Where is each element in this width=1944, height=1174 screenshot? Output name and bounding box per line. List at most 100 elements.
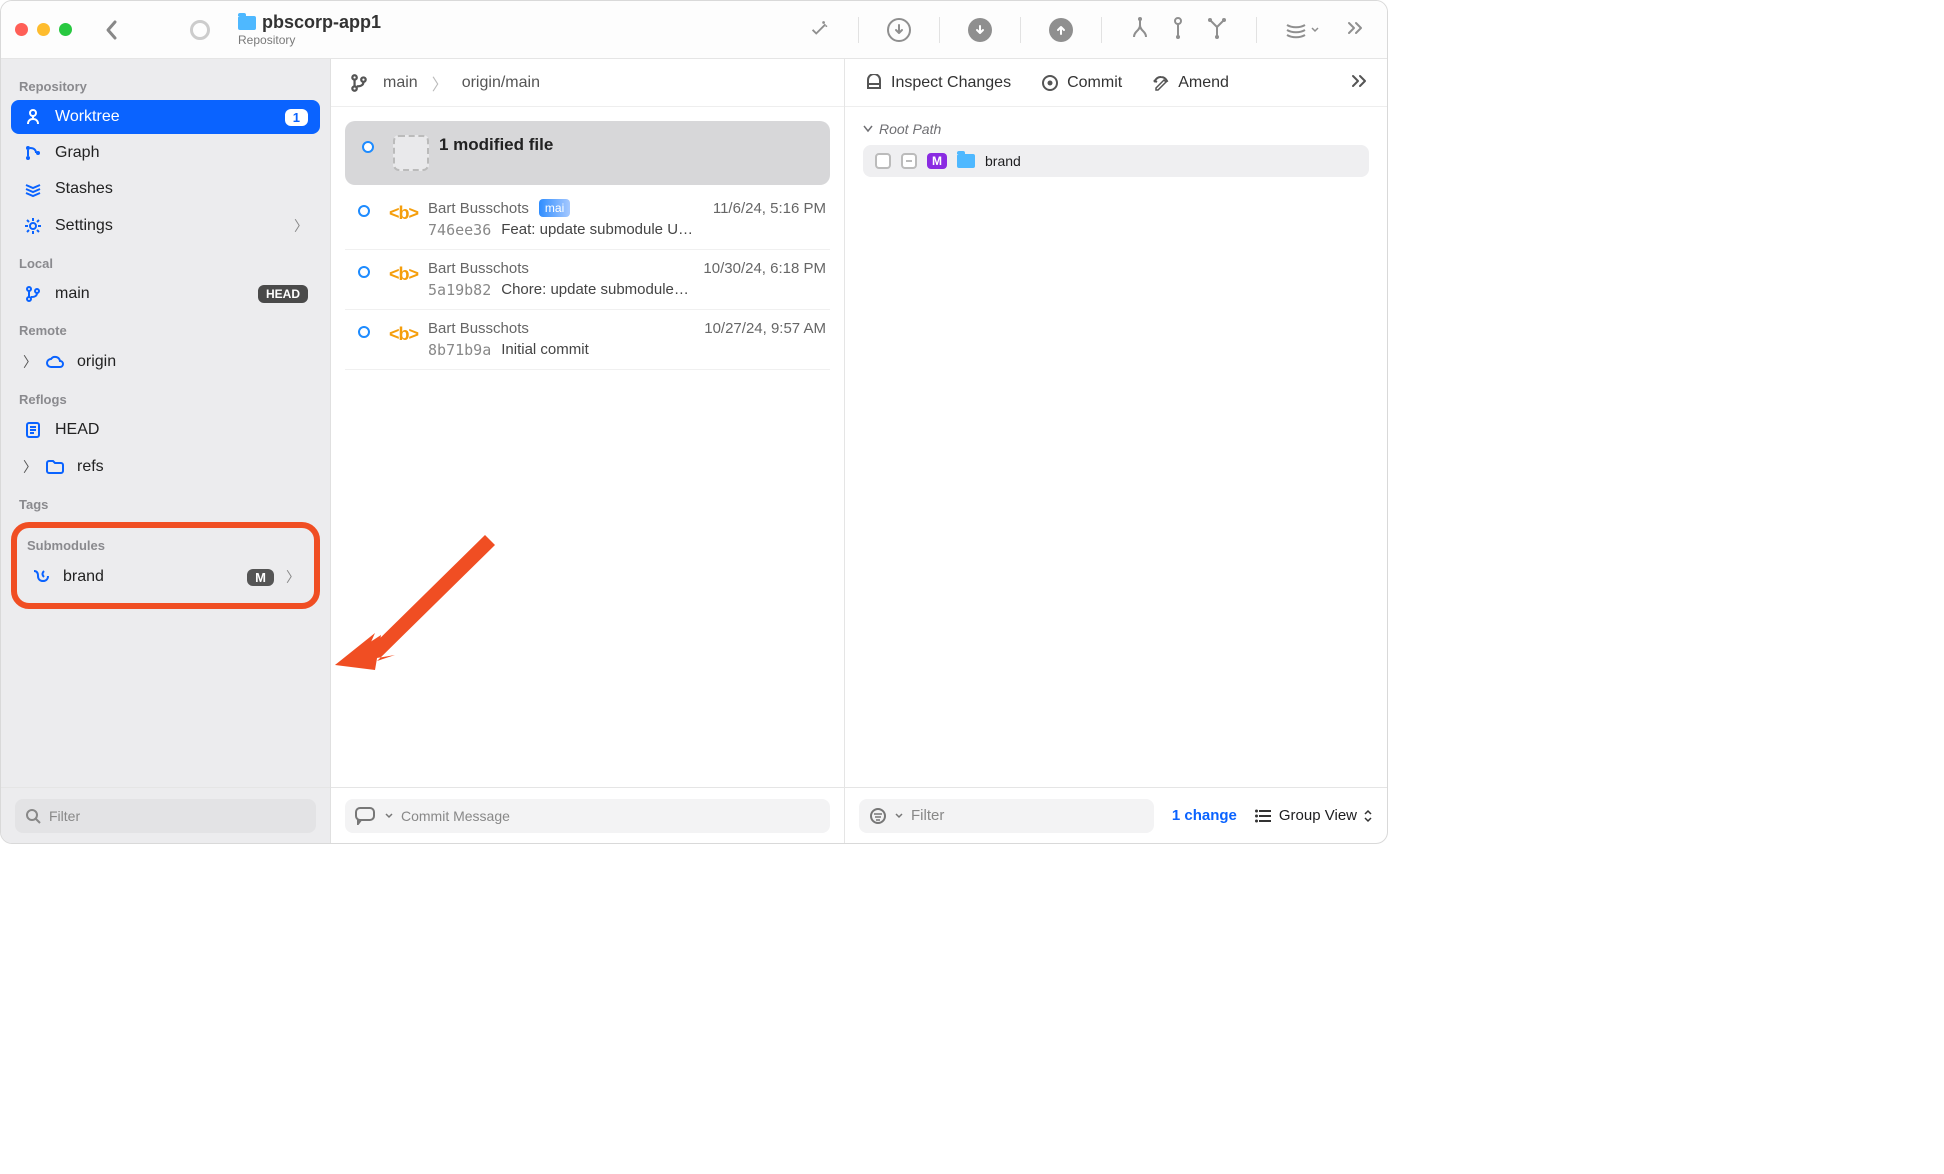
close-window-button[interactable]: [15, 23, 28, 36]
section-submodules: Submodules: [19, 534, 312, 557]
sidebar-item-reflog-refs[interactable]: 〉 refs: [11, 449, 320, 485]
sidebar-item-submodule-brand[interactable]: brand M 〉: [19, 559, 312, 595]
stash-menu-button[interactable]: [1285, 21, 1319, 39]
folder-icon: [957, 154, 975, 168]
sidebar-item-stashes[interactable]: Stashes: [11, 172, 320, 206]
root-path-label: Root Path: [879, 121, 941, 137]
commit-icon: [1041, 74, 1059, 92]
pull-button[interactable]: [968, 18, 992, 42]
toolbar: pbscorp-app1 Repository: [1, 1, 1387, 59]
commit-row[interactable]: <b> Bart Busschots mai 11/6/24, 5:16 PM …: [345, 189, 830, 250]
change-entry[interactable]: M brand: [863, 145, 1369, 177]
push-button[interactable]: [1049, 18, 1073, 42]
rebase-icon: [1172, 17, 1184, 39]
sidebar-item-graph[interactable]: Graph: [11, 136, 320, 170]
rebase-button[interactable]: [1172, 17, 1184, 42]
commit-row[interactable]: <b> Bart Busschots 10/27/24, 9:57 AM 8b7…: [345, 310, 830, 370]
sidebar: Repository Worktree 1 Graph: [1, 59, 331, 843]
worktree-icon: [23, 108, 43, 126]
commit-list: 1 modified file <b> Bart Busschots mai 1…: [331, 107, 844, 787]
commit-date: 10/27/24, 9:57 AM: [704, 320, 826, 337]
commit-author: Bart Busschots: [428, 320, 529, 337]
group-view-label: Group View: [1279, 807, 1357, 824]
amend-icon: [1152, 74, 1170, 92]
sidebar-item-label: HEAD: [55, 421, 308, 439]
chevron-down-icon: [385, 813, 393, 819]
change-count[interactable]: 1 change: [1172, 807, 1237, 824]
graph-node-icon: [358, 326, 370, 338]
merge-button[interactable]: [1130, 17, 1150, 42]
filter-placeholder: Filter: [49, 808, 80, 824]
breadcrumb-branch[interactable]: main: [383, 74, 418, 92]
modified-badge: M: [247, 569, 274, 586]
magic-button[interactable]: [808, 17, 830, 42]
sidebar-item-remote-origin[interactable]: 〉 origin: [11, 344, 320, 380]
worktree-summary: 1 modified file: [439, 135, 553, 155]
window-controls: [15, 23, 72, 36]
sidebar-item-label: Stashes: [55, 180, 308, 198]
search-icon: [25, 808, 41, 824]
stash-icon: [1285, 21, 1307, 39]
disclosure-icon[interactable]: 〉: [23, 457, 37, 477]
submodule-icon: [31, 568, 51, 586]
inspector-filter-input[interactable]: Filter: [859, 799, 1154, 833]
up-down-icon: [1363, 809, 1373, 823]
section-remote: Remote: [11, 313, 320, 342]
chevron-right-icon: 〉: [432, 71, 448, 95]
commit-date: 11/6/24, 5:16 PM: [713, 200, 826, 217]
graph-node-icon: [362, 141, 374, 153]
gear-icon: [23, 217, 43, 235]
minimize-window-button[interactable]: [37, 23, 50, 36]
sidebar-item-reflog-head[interactable]: HEAD: [11, 413, 320, 447]
worktree-row[interactable]: 1 modified file: [345, 121, 830, 185]
section-tags: Tags: [11, 487, 320, 516]
commit-sha: 8b71b9a: [428, 341, 491, 359]
repo-title-block[interactable]: pbscorp-app1 Repository: [238, 12, 381, 47]
branch-tag: mai: [539, 199, 570, 217]
cloud-icon: [45, 355, 65, 369]
commit-message-placeholder: Commit Message: [401, 808, 510, 824]
sidebar-filter-input[interactable]: Filter: [15, 799, 316, 833]
tab-commit[interactable]: Commit: [1041, 74, 1122, 92]
fetch-button[interactable]: [887, 18, 911, 42]
sidebar-item-branch-main[interactable]: main HEAD: [11, 277, 320, 311]
tab-amend[interactable]: Amend: [1152, 74, 1229, 92]
sidebar-item-worktree[interactable]: Worktree 1: [11, 100, 320, 134]
reflog-icon: [23, 421, 43, 439]
inspector-overflow-button[interactable]: [1351, 72, 1367, 93]
commit-row[interactable]: <b> Bart Busschots 10/30/24, 6:18 PM 5a1…: [345, 250, 830, 310]
sidebar-item-settings[interactable]: Settings 〉: [11, 208, 320, 244]
commit-date: 10/30/24, 6:18 PM: [703, 260, 826, 277]
tab-inspect-changes[interactable]: Inspect Changes: [865, 74, 1011, 92]
tab-label: Inspect Changes: [891, 74, 1011, 92]
chevron-right-icon: 〉: [294, 216, 308, 236]
inspector-filter-placeholder: Filter: [911, 807, 944, 824]
chevrons-right-icon: [1351, 74, 1367, 88]
arrow-up-fill-icon: [1055, 24, 1067, 36]
status-badge: M: [927, 153, 947, 169]
back-button[interactable]: [100, 19, 122, 41]
inspector-pane: Inspect Changes Commit Amend Root Path: [845, 59, 1387, 843]
commit-avatar-icon: <b>: [389, 264, 418, 285]
commit-message: Initial commit: [501, 341, 589, 359]
center-footer: Commit Message: [331, 787, 844, 843]
diff-thumb-icon: [393, 135, 429, 171]
disclosure-icon[interactable]: 〉: [23, 352, 37, 372]
commit-message-input[interactable]: Commit Message: [345, 799, 830, 833]
commit-sha: 5a19b82: [428, 281, 491, 299]
overflow-button[interactable]: [1347, 21, 1363, 38]
chevrons-right-icon: [1347, 21, 1363, 35]
folder-outline-icon: [45, 460, 65, 474]
stage-checkbox[interactable]: [875, 153, 891, 169]
chevron-down-icon: [895, 813, 903, 819]
breadcrumb-remote[interactable]: origin/main: [462, 74, 540, 92]
branch-button[interactable]: [1206, 17, 1228, 42]
tree-root-toggle[interactable]: Root Path: [863, 121, 1369, 137]
speech-bubble-icon: [355, 807, 377, 825]
sidebar-item-label: Graph: [55, 144, 308, 162]
group-view-toggle[interactable]: Group View: [1255, 807, 1373, 824]
inspect-icon: [865, 74, 883, 92]
sidebar-item-label: main: [55, 285, 246, 303]
zoom-window-button[interactable]: [59, 23, 72, 36]
sidebar-item-label: refs: [77, 458, 308, 476]
